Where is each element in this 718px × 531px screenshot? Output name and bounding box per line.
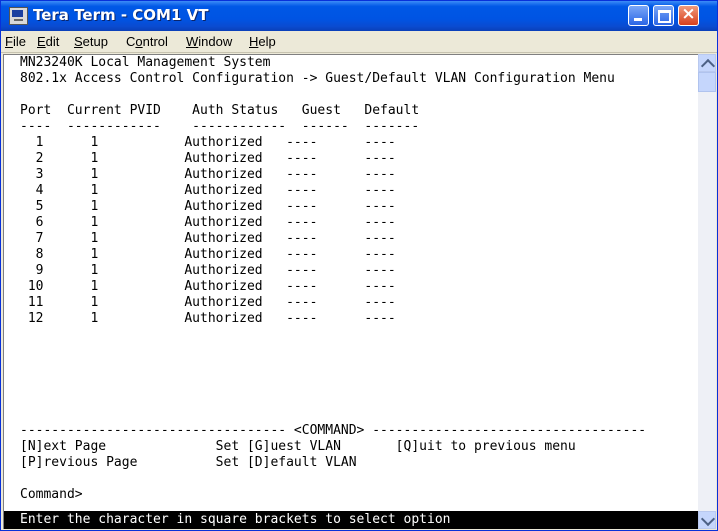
table-row: 7 1 Authorized ---- ---- <box>20 231 396 246</box>
close-button[interactable]: × <box>678 4 699 26</box>
menu-accelerator: o <box>135 34 143 49</box>
maximize-button[interactable] <box>653 5 674 26</box>
status-message: Enter the character in square brackets t… <box>20 512 451 527</box>
table-row: 6 1 Authorized ---- ---- <box>20 215 396 230</box>
table-row: 8 1 Authorized ---- ---- <box>20 247 396 262</box>
menu-accelerator: F <box>5 34 13 49</box>
scroll-down-button[interactable] <box>698 511 716 529</box>
maximize-icon <box>658 10 671 23</box>
table-row: 11 1 Authorized ---- ---- <box>20 295 396 310</box>
table-row: 9 1 Authorized ---- ---- <box>20 263 396 278</box>
terminal-screen[interactable]: MN23240K Local Management System 802.1x A… <box>3 54 698 529</box>
table-row: 1 1 Authorized ---- ---- <box>20 135 396 150</box>
command-prompt: Command> <box>20 487 83 502</box>
table-row: 3 1 Authorized ---- ---- <box>20 167 396 182</box>
table-header: Port Current PVID Auth Status Guest Defa… <box>20 103 420 118</box>
menu-item-control[interactable]: Control <box>126 34 168 49</box>
title-bar[interactable]: Tera Term - COM1 VT × <box>1 1 717 31</box>
table-row: 5 1 Authorized ---- ---- <box>20 199 396 214</box>
close-icon: × <box>681 4 696 24</box>
minimize-button[interactable] <box>628 5 649 26</box>
tera-term-window: Tera Term - COM1 VT × File Edit Setup Contr… <box>0 0 718 531</box>
menu-accelerator: W <box>186 34 199 49</box>
table-row: 12 1 Authorized ---- ---- <box>20 311 396 326</box>
scroll-up-button[interactable] <box>698 54 716 74</box>
command-divider: ---------------------------------- <COMM… <box>20 423 647 438</box>
minimize-icon <box>634 18 642 21</box>
table-row: 4 1 Authorized ---- ---- <box>20 183 396 198</box>
menu-accelerator: H <box>249 34 259 49</box>
menu-bar: File Edit Setup Control Window Help <box>1 31 717 53</box>
menu-accelerator: S <box>74 34 83 49</box>
menu-item-window[interactable]: Window <box>186 34 232 49</box>
menu-breadcrumb: 802.1x Access Control Configuration -> G… <box>20 71 615 86</box>
command-option-line: [P]revious Page Set [D]efault VLAN <box>20 455 396 470</box>
system-title: MN23240K Local Management System <box>20 55 271 70</box>
table-header-underline: ---- ------------ ------------ ------ --… <box>20 119 420 134</box>
menu-item-file[interactable]: File <box>5 34 26 49</box>
command-option-line: [N]ext Page Set [G]uest VLAN [Q]uit to p… <box>20 439 576 454</box>
status-bar: Enter the character in square brackets t… <box>4 511 698 529</box>
menu-item-help[interactable]: Help <box>249 34 276 49</box>
table-row: 10 1 Authorized ---- ---- <box>20 279 396 294</box>
menu-accelerator: E <box>37 34 46 49</box>
menu-item-setup[interactable]: Setup <box>74 34 108 49</box>
window-title: Tera Term - COM1 VT <box>33 6 209 24</box>
vertical-scrollbar[interactable] <box>698 54 716 529</box>
chevron-up-icon <box>700 58 716 74</box>
table-row: 2 1 Authorized ---- ---- <box>20 151 396 166</box>
scrollbar-thumb[interactable] <box>698 72 716 92</box>
chevron-down-icon <box>700 511 716 527</box>
menu-item-edit[interactable]: Edit <box>37 34 59 49</box>
terminal-app-icon[interactable] <box>9 7 28 25</box>
